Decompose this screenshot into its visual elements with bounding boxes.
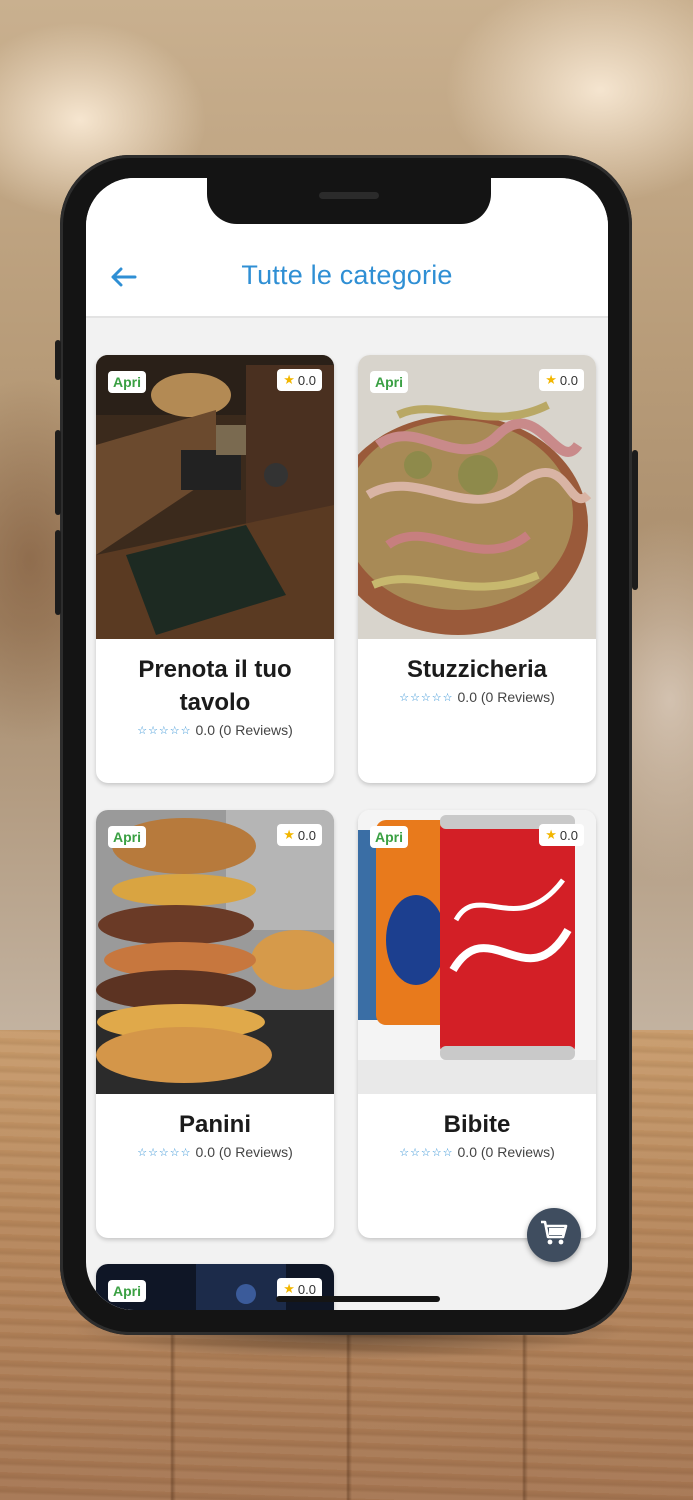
status-badge: Apri <box>370 826 408 848</box>
category-image: Apri ★ 0.0 <box>358 355 596 639</box>
phone-notch <box>207 178 491 224</box>
category-image: Apri ★ 0.0 <box>96 1264 334 1310</box>
category-reviews: ☆☆☆☆☆ 0.0 (0 Reviews) <box>358 689 596 705</box>
status-badge: Apri <box>108 1280 146 1302</box>
category-card-prenota[interactable]: Apri ★ 0.0 Prenota il tuo tavolo ☆☆☆☆☆ 0… <box>96 355 334 783</box>
category-image: Apri ★ 0.0 <box>96 810 334 1094</box>
category-card-partial[interactable]: Apri ★ 0.0 <box>96 1264 334 1310</box>
status-badge: Apri <box>108 371 146 393</box>
category-reviews: ☆☆☆☆☆ 0.0 (0 Reviews) <box>96 722 334 738</box>
star-icon: ★ <box>283 372 295 387</box>
status-badge: Apri <box>370 371 408 393</box>
rating-value: 0.0 <box>297 827 316 843</box>
phone-button <box>55 430 61 515</box>
category-card-bibite[interactable]: Apri ★ 0.0 Bibite ☆☆☆☆☆ 0.0 (0 Reviews) <box>358 810 596 1238</box>
app-screen: Tutte le categorie Apri ★ 0.0 Prenota il… <box>86 178 608 1310</box>
category-name: Panini <box>178 1111 251 1138</box>
rating-stars-icon: ☆☆☆☆☆ <box>137 724 192 737</box>
category-image: Apri ★ 0.0 <box>358 810 596 1094</box>
category-name: Prenota il tuo tavolo <box>138 656 292 716</box>
home-indicator[interactable] <box>276 1296 440 1302</box>
reviews-text: 0.0 (0 Reviews) <box>195 1144 293 1160</box>
rating-value: 0.0 <box>559 827 578 843</box>
category-reviews: ☆☆☆☆☆ 0.0 (0 Reviews) <box>358 1144 596 1160</box>
rating-stars-icon: ☆☆☆☆☆ <box>399 1146 454 1159</box>
phone-button <box>55 530 61 615</box>
star-icon: ★ <box>545 827 557 842</box>
category-name: Stuzzicheria <box>406 656 548 683</box>
category-reviews: ☆☆☆☆☆ 0.0 (0 Reviews) <box>96 1144 334 1160</box>
rating-stars-icon: ☆☆☆☆☆ <box>399 691 454 704</box>
reviews-text: 0.0 (0 Reviews) <box>195 722 293 738</box>
page-title: Tutte le categorie <box>241 260 453 290</box>
phone-button <box>632 450 638 590</box>
rating-badge: ★ 0.0 <box>539 369 584 391</box>
star-icon: ★ <box>545 372 557 387</box>
reviews-text: 0.0 (0 Reviews) <box>457 1144 555 1160</box>
category-image: Apri ★ 0.0 <box>96 355 334 639</box>
rating-stars-icon: ☆☆☆☆☆ <box>137 1146 192 1159</box>
rating-value: 0.0 <box>297 1281 316 1297</box>
rating-value: 0.0 <box>559 372 578 388</box>
category-card-stuzzicheria[interactable]: Apri ★ 0.0 Stuzzicheria ☆☆☆☆☆ 0.0 (0 Rev… <box>358 355 596 783</box>
reviews-text: 0.0 (0 Reviews) <box>457 689 555 705</box>
rating-badge: ★ 0.0 <box>539 824 584 846</box>
rating-badge: ★ 0.0 <box>277 824 322 846</box>
star-icon: ★ <box>283 827 295 842</box>
category-card-panini[interactable]: Apri ★ 0.0 Panini ☆☆☆☆☆ 0.0 (0 Reviews) <box>96 810 334 1238</box>
shopping-cart-icon <box>540 1220 568 1251</box>
status-badge: Apri <box>108 826 146 848</box>
speaker-grille <box>319 192 379 199</box>
cart-button[interactable] <box>527 1208 581 1262</box>
rating-badge: ★ 0.0 <box>277 369 322 391</box>
star-icon: ★ <box>283 1281 295 1296</box>
rating-value: 0.0 <box>297 372 316 388</box>
category-name: Bibite <box>443 1111 511 1138</box>
phone-button <box>55 340 61 380</box>
